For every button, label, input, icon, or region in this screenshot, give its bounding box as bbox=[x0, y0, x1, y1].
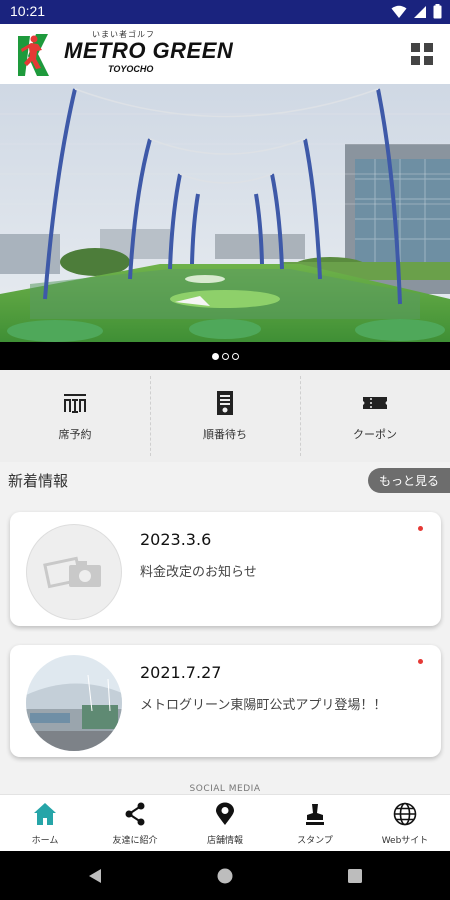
news-date: 2021.7.27 bbox=[140, 663, 222, 682]
shortcut-bar: 席予約 順番待ち クーポン bbox=[0, 370, 450, 462]
waitlist-icon bbox=[217, 391, 233, 415]
news-card[interactable]: 2021.7.27 メトログリーン東陽町公式アプリ登場！！ bbox=[10, 645, 441, 757]
logo-title: METRO GREEN bbox=[64, 38, 234, 63]
news-photo bbox=[26, 655, 122, 751]
bottom-nav: ホーム 友達に紹介 店舗情報 スタンプ Webサイト bbox=[0, 794, 450, 852]
nav-label: Webサイト bbox=[381, 835, 429, 846]
carousel-indicator-bar bbox=[0, 342, 450, 370]
unread-dot bbox=[418, 659, 423, 664]
recents-icon[interactable] bbox=[347, 868, 363, 884]
photo-placeholder-icon bbox=[43, 556, 101, 589]
nav-item-store-info[interactable]: 店舗情報 bbox=[180, 795, 270, 852]
nav-label: 店舗情報 bbox=[206, 835, 243, 846]
shortcut-label: 席予約 bbox=[58, 428, 92, 441]
home-button-icon[interactable] bbox=[217, 868, 233, 884]
logo-city: TOYOCHO bbox=[108, 64, 154, 74]
status-time: 10:21 bbox=[10, 3, 46, 19]
news-section-title: 新着情報 bbox=[8, 472, 69, 490]
social-media-label: SOCIAL MEDIA bbox=[189, 784, 261, 794]
grid-menu-icon[interactable] bbox=[410, 42, 434, 66]
nav-item-stamp[interactable]: スタンプ bbox=[270, 795, 360, 852]
coupon-button[interactable]: クーポン bbox=[300, 370, 450, 462]
news-date: 2023.3.6 bbox=[140, 530, 212, 549]
seat-reservation-button[interactable]: 席予約 bbox=[0, 370, 150, 462]
nav-item-website[interactable]: Webサイト bbox=[360, 795, 450, 852]
hero-carousel[interactable] bbox=[0, 84, 450, 342]
location-pin-icon bbox=[216, 802, 234, 825]
news-text: メトログリーン東陽町公式アプリ登場！！ bbox=[140, 698, 387, 713]
home-icon bbox=[34, 802, 56, 825]
stamp-icon bbox=[306, 803, 324, 825]
battery-icon bbox=[433, 4, 442, 19]
news-card[interactable]: 2023.3.6 料金改定のお知らせ bbox=[10, 512, 441, 626]
share-icon bbox=[125, 802, 145, 825]
nav-label: 友達に紹介 bbox=[112, 835, 158, 846]
shortcut-label: 順番待ち bbox=[203, 428, 247, 441]
carousel-dots bbox=[0, 342, 450, 370]
nav-label: ホーム bbox=[31, 835, 59, 846]
wifi-icon bbox=[391, 5, 407, 18]
news-text: 料金改定のお知らせ bbox=[140, 565, 257, 580]
news-thumbnail bbox=[26, 655, 122, 751]
nav-item-share[interactable]: 友達に紹介 bbox=[90, 795, 180, 852]
back-icon[interactable] bbox=[87, 868, 103, 884]
news-thumbnail bbox=[26, 524, 122, 620]
seat-reservation-icon bbox=[64, 394, 86, 413]
nav-label: スタンプ bbox=[297, 835, 333, 846]
unread-dot bbox=[418, 526, 423, 531]
nav-item-home[interactable]: ホーム bbox=[0, 795, 90, 852]
carousel-dot-1[interactable] bbox=[211, 352, 219, 360]
driving-range-photo bbox=[0, 84, 450, 342]
globe-icon bbox=[393, 802, 417, 825]
status-icons bbox=[391, 4, 442, 19]
app-header: いまい者ゴルフ METRO GREEN TOYOCHO bbox=[0, 24, 450, 85]
carousel-dot-2[interactable] bbox=[221, 352, 229, 360]
logo-mark bbox=[18, 34, 49, 76]
system-navigation-bar bbox=[0, 851, 450, 900]
carousel-dot-3[interactable] bbox=[231, 352, 239, 360]
status-bar: 10:21 bbox=[0, 0, 450, 24]
signal-icon bbox=[414, 5, 426, 18]
waitlist-button[interactable]: 順番待ち bbox=[150, 370, 300, 462]
coupon-icon bbox=[363, 397, 387, 409]
more-button[interactable]: もっと見る bbox=[368, 468, 450, 493]
shortcut-label: クーポン bbox=[353, 428, 397, 441]
